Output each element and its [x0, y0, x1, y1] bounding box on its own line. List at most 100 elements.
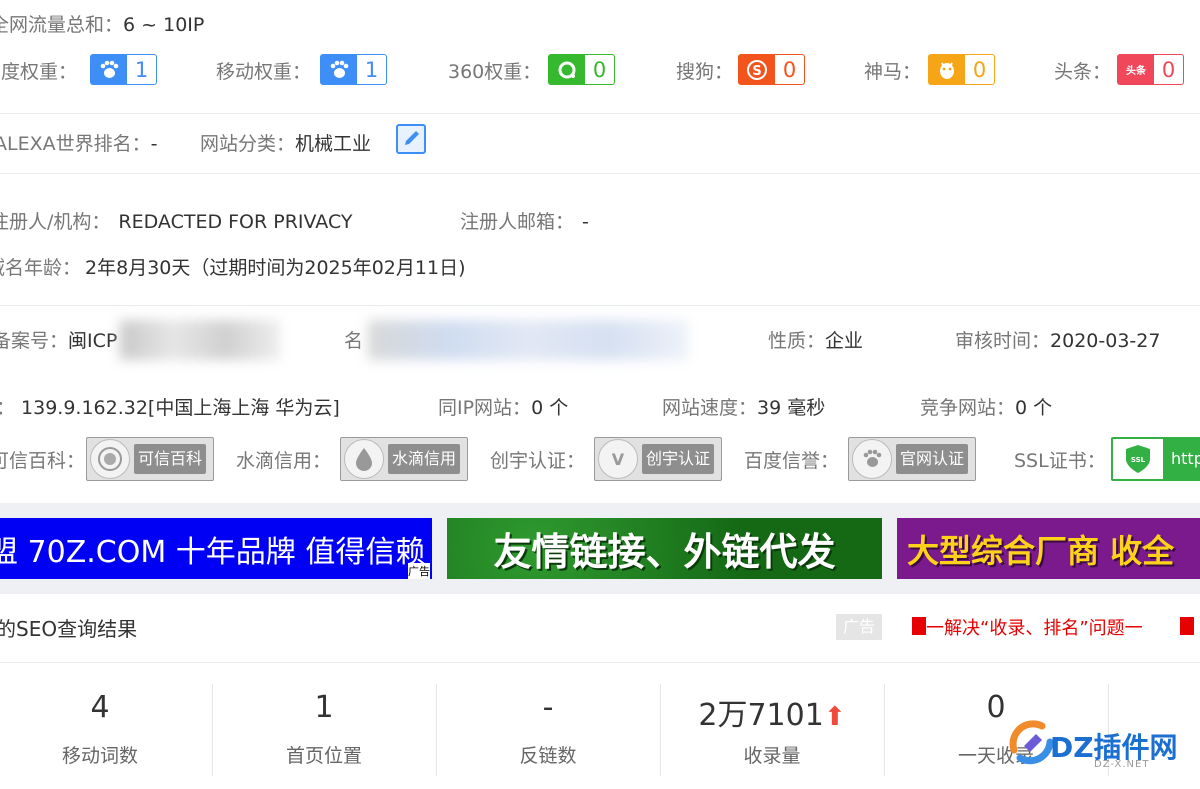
- edit-icon[interactable]: [396, 124, 426, 154]
- 360-weight-value: 0: [592, 57, 607, 82]
- kexin-badge-text: 可信百科: [134, 444, 207, 474]
- divider: [436, 684, 437, 776]
- ad-banner-links-text: 友情链接、外链代发: [493, 530, 836, 574]
- mobile-keywords-count[interactable]: 4: [0, 690, 200, 725]
- registrant-row: 注册人/机构： REDACTED FOR PRIVACY: [0, 207, 353, 234]
- compete-label: 竞争网站：: [920, 397, 1016, 419]
- seo-result-title: 的SEO查询结果: [0, 617, 138, 641]
- mobile-weight-badge[interactable]: 1: [320, 54, 387, 85]
- speed-value: 39 毫秒: [757, 397, 826, 419]
- same-ip-row: 同IP网站：0 个: [438, 393, 568, 420]
- nature-value: 企业: [825, 330, 864, 352]
- ip-label: ：: [0, 397, 15, 419]
- baidu-paw-icon: [852, 439, 892, 479]
- ssl-badge-text: http: [1163, 439, 1200, 479]
- ssl-badge[interactable]: SSL http: [1111, 437, 1200, 481]
- speed-row: 网站速度：39 毫秒: [662, 393, 825, 420]
- divider: [0, 662, 1200, 663]
- ad-tag: 广告: [836, 614, 882, 640]
- domain-age-label: 域名年龄：: [0, 257, 82, 279]
- category-value: 机械工业: [295, 133, 372, 155]
- alexa-row: ALEXA世界排名：-: [0, 129, 157, 156]
- 360-icon: [549, 55, 585, 84]
- icp-value: 闽ICP: [68, 330, 118, 352]
- compete-value: 0 个: [1015, 397, 1053, 419]
- promo-link[interactable]: 一解决“收录、排名”问题一: [926, 614, 1143, 640]
- kexin-seal-icon: [90, 439, 130, 479]
- mobile-weight-label: 移动权重：: [216, 61, 312, 83]
- toutiao-weight-value: 0: [1161, 57, 1176, 82]
- backlinks-label: 反链数: [519, 745, 577, 767]
- shenma-icon: [929, 55, 965, 84]
- shenma-label: 神马：: [864, 61, 922, 83]
- toutiao-weight-badge[interactable]: 头条 0: [1117, 54, 1184, 85]
- redacted-site-name: [368, 320, 688, 360]
- chuangyu-badge-text: 创宇认证: [642, 444, 715, 474]
- email-label: 注册人邮箱：: [460, 211, 575, 233]
- icp-row: 备案号：闽ICP: [0, 326, 117, 353]
- water-drop-icon: [344, 439, 384, 479]
- divider: [0, 305, 1200, 306]
- baidu-mobile-icon: [321, 55, 357, 84]
- email-value: -: [582, 211, 589, 233]
- ad-banner-vendor[interactable]: 大型综合厂商 收全: [897, 518, 1200, 579]
- alexa-label: ALEXA世界排名：: [0, 133, 151, 155]
- registrant-value: REDACTED FOR PRIVACY: [118, 211, 353, 233]
- svg-text:SSL: SSL: [1131, 456, 1146, 464]
- first-page-count[interactable]: 1: [224, 690, 424, 725]
- indexed-count[interactable]: 2万7101⬆: [672, 690, 872, 734]
- sogou-weight-badge[interactable]: S 0: [738, 54, 805, 85]
- nature-label: 性质：: [768, 330, 826, 352]
- shuidi-label: 水滴信用：: [236, 450, 332, 472]
- first-page-label: 首页位置: [285, 745, 362, 767]
- domain-age-row: 域名年龄：2年8月30天（过期时间为2025年02月11日): [0, 253, 466, 280]
- ad-banner-70z-text: 盟 70Z.COM 十年品牌 值得信赖: [0, 534, 426, 570]
- audit-label: 审核时间：: [955, 330, 1051, 352]
- ad-banner-links[interactable]: 友情链接、外链代发: [447, 518, 882, 579]
- mobile-weight-value: 1: [364, 57, 379, 82]
- watermark-url: DZ-X.NET: [1094, 759, 1150, 770]
- compete-row: 竞争网站：0 个: [920, 393, 1052, 420]
- toutiao-label: 头条：: [1054, 61, 1112, 83]
- speed-label: 网站速度：: [662, 397, 758, 419]
- audit-row: 审核时间：2020-03-27: [955, 326, 1160, 353]
- registrant-label: 注册人/机构：: [0, 211, 111, 233]
- same-ip-label: 同IP网站：: [438, 397, 532, 419]
- baidu-weight-badge[interactable]: 1: [90, 54, 157, 85]
- toutiao-icon-text: 头条: [1126, 66, 1146, 77]
- baidu-credit-badge[interactable]: 官网认证: [848, 437, 976, 481]
- traffic-value: 6 ~ 10IP: [123, 14, 205, 36]
- sogou-icon: S: [739, 55, 775, 84]
- kexin-label: 可信百科：: [0, 450, 86, 472]
- arrow-up-icon: ⬆: [823, 702, 846, 732]
- divider: [212, 684, 213, 776]
- kexin-badge[interactable]: 可信百科: [86, 437, 214, 481]
- shuidi-badge[interactable]: 水滴信用: [340, 437, 468, 481]
- promo-marker-left: [912, 617, 926, 635]
- category-row: 网站分类：机械工业: [200, 129, 371, 156]
- chuangyu-v-icon: V: [598, 439, 638, 479]
- baidu-paw-icon: [91, 55, 127, 84]
- backlinks-count[interactable]: -: [448, 690, 648, 725]
- baidu-credit-label: 百度信誉：: [744, 450, 840, 472]
- same-ip-value: 0 个: [531, 397, 569, 419]
- ad-banner-70z[interactable]: 盟 70Z.COM 十年品牌 值得信赖 广告: [0, 518, 432, 579]
- redacted-icp-number: [120, 320, 280, 360]
- ssl-shield-icon: SSL: [1113, 439, 1163, 479]
- ip-row: ： 139.9.162.32[中国上海上海 华为云]: [0, 393, 340, 420]
- shenma-weight-badge[interactable]: 0: [928, 54, 995, 85]
- svg-text:V: V: [612, 450, 625, 469]
- toutiao-icon: 头条: [1118, 55, 1154, 84]
- email-row: 注册人邮箱： -: [460, 207, 589, 234]
- divider: [660, 684, 661, 776]
- ip-value: 139.9.162.32[中国上海上海 华为云]: [21, 397, 340, 419]
- ad-banner-vendor-text: 大型综合厂商 收全: [907, 531, 1175, 570]
- baidu-credit-badge-text: 官网认证: [896, 444, 969, 474]
- nature-row: 性质：企业: [768, 326, 863, 353]
- daily-indexed-count[interactable]: 0: [896, 690, 1096, 725]
- chuangyu-badge[interactable]: V 创宇认证: [594, 437, 722, 481]
- baidu-weight-label: 百度权重：: [0, 61, 78, 83]
- divider: [0, 173, 1200, 174]
- divider: [884, 684, 885, 776]
- 360-weight-badge[interactable]: 0: [548, 54, 615, 85]
